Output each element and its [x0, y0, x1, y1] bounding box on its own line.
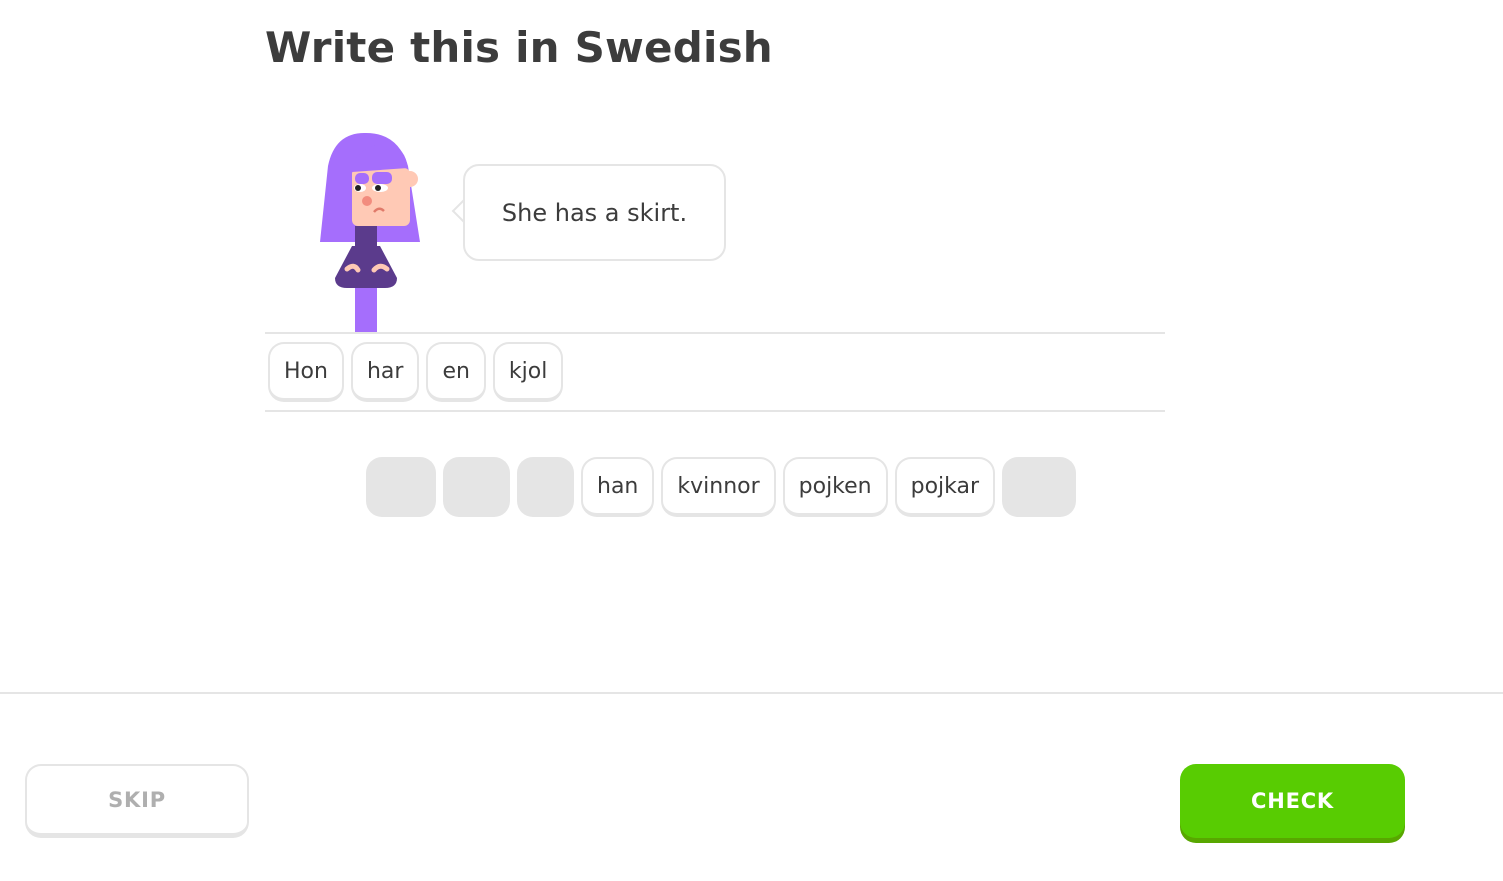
word-bank-slot-used — [443, 457, 510, 517]
footer-divider — [0, 692, 1503, 694]
answer-word[interactable]: Hon — [268, 342, 344, 402]
page-title: Write this in Swedish — [265, 23, 773, 72]
answer-area-top-divider — [265, 332, 1165, 334]
word-bank-slot-used — [517, 457, 574, 517]
character-illustration — [320, 132, 420, 333]
word-bank-tile[interactable]: kvinnor — [661, 457, 776, 517]
word-bank-slot-used — [1002, 457, 1077, 517]
check-button[interactable]: CHECK — [1180, 764, 1405, 838]
word-bank-tile[interactable]: pojkar — [894, 457, 996, 517]
answer-word[interactable]: har — [350, 342, 420, 402]
speech-bubble[interactable]: She has a skirt. — [463, 164, 726, 261]
answer-word[interactable]: en — [426, 342, 486, 402]
word-bank-tile[interactable]: han — [581, 457, 655, 517]
prompt-sentence: She has a skirt. — [501, 198, 688, 227]
answer-area-bottom-divider — [265, 410, 1165, 412]
answer-area: Hon har en kjol — [268, 342, 564, 402]
skip-button[interactable]: SKIP — [25, 764, 249, 838]
word-bank: han kvinnor pojken pojkar — [366, 457, 1077, 517]
word-bank-tile[interactable]: pojken — [782, 457, 888, 517]
word-bank-slot-used — [366, 457, 436, 517]
answer-word[interactable]: kjol — [492, 342, 564, 402]
